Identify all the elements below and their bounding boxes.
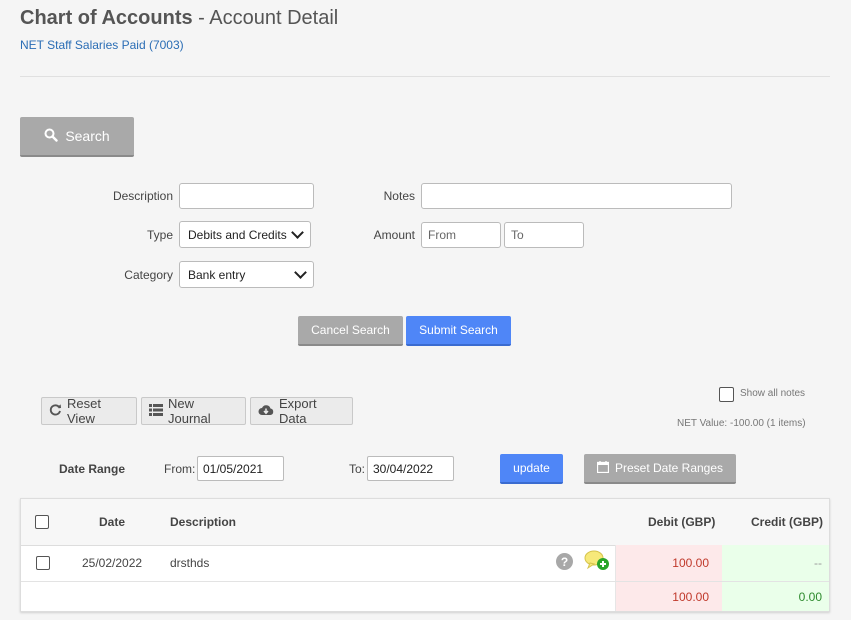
- reset-view-label: Reset View: [67, 396, 101, 426]
- total-credit: 0.00: [798, 590, 822, 604]
- amount-from-input[interactable]: [421, 222, 501, 248]
- list-icon: [149, 403, 163, 419]
- page-title: Chart of Accounts - Account Detail: [20, 7, 338, 30]
- total-debit: 100.00: [672, 590, 709, 604]
- description-input[interactable]: [179, 183, 314, 209]
- row-description: drsthds: [170, 556, 210, 570]
- calendar-icon: [596, 460, 610, 476]
- type-select[interactable]: Debits and Credits: [179, 221, 311, 248]
- search-icon: [44, 128, 59, 145]
- table-header: Date Description Debit (GBP) Credit (GBP…: [21, 499, 829, 546]
- export-data-button[interactable]: Export Data: [250, 396, 353, 426]
- header-divider: [20, 76, 830, 77]
- notes-label: Notes: [383, 189, 415, 203]
- svg-text:?: ?: [561, 555, 568, 569]
- column-header-date[interactable]: Date: [99, 515, 125, 529]
- new-journal-label: New Journal: [168, 396, 211, 426]
- total-credit-cell: 0.00: [722, 582, 829, 611]
- amount-to-input[interactable]: [504, 222, 584, 248]
- row-date: 25/02/2022: [82, 556, 143, 570]
- chevron-down-icon: [294, 266, 307, 279]
- amount-label: Amount: [373, 228, 415, 242]
- page-title-sub: - Account Detail: [192, 7, 339, 29]
- show-all-notes-checkbox[interactable]: [719, 387, 734, 402]
- refresh-icon: [49, 403, 62, 419]
- date-range-label: Date Range: [59, 462, 126, 476]
- show-all-notes-label: Show all notes: [740, 388, 806, 399]
- help-icon[interactable]: ?: [556, 553, 573, 573]
- net-value-text: NET Value: -100.00 (1 items): [677, 418, 806, 429]
- type-select-value: Debits and Credits: [188, 227, 287, 242]
- date-to-input[interactable]: 30/04/2022: [367, 456, 454, 481]
- preset-date-ranges-button[interactable]: Preset Date Ranges: [584, 454, 736, 484]
- date-from-label: From:: [164, 462, 196, 476]
- update-button[interactable]: update: [500, 454, 563, 484]
- reset-view-button[interactable]: Reset View: [41, 396, 137, 426]
- notes-input[interactable]: [421, 183, 732, 209]
- category-label: Category: [124, 268, 173, 282]
- table-row[interactable]: 25/02/2022 drsthds ? 100.00 --: [21, 545, 829, 582]
- chevron-down-icon: [291, 226, 304, 239]
- row-debit-cell: 100.00: [615, 545, 723, 581]
- row-credit-cell: --: [722, 545, 829, 581]
- description-label: Description: [112, 189, 173, 203]
- category-select[interactable]: Bank entry: [179, 261, 314, 288]
- column-header-debit[interactable]: Debit (GBP): [648, 515, 715, 529]
- row-credit: --: [814, 556, 822, 570]
- type-label: Type: [146, 228, 173, 242]
- date-to-label: To:: [349, 462, 366, 476]
- new-journal-button[interactable]: New Journal: [141, 396, 246, 426]
- search-toggle-label: Search: [65, 128, 110, 144]
- cancel-search-button[interactable]: Cancel Search: [298, 316, 403, 346]
- search-toggle-button[interactable]: Search: [20, 117, 134, 157]
- add-comment-icon[interactable]: [583, 550, 611, 575]
- date-from-input[interactable]: 01/05/2021: [197, 456, 284, 481]
- category-select-value: Bank entry: [188, 267, 246, 282]
- cloud-download-icon: [258, 404, 274, 419]
- column-header-credit[interactable]: Credit (GBP): [751, 515, 823, 529]
- total-debit-cell: 100.00: [615, 582, 723, 611]
- preset-date-ranges-label: Preset Date Ranges: [614, 461, 724, 475]
- export-data-label: Export Data: [279, 396, 317, 426]
- row-debit: 100.00: [672, 556, 709, 570]
- submit-search-button[interactable]: Submit Search: [406, 316, 511, 346]
- column-header-description[interactable]: Description: [170, 515, 236, 529]
- transactions-table: Date Description Debit (GBP) Credit (GBP…: [20, 498, 830, 612]
- totals-row: 100.00 0.00: [21, 582, 829, 611]
- account-link[interactable]: NET Staff Salaries Paid (7003): [20, 38, 184, 52]
- select-all-checkbox[interactable]: [35, 515, 49, 529]
- page-title-main: Chart of Accounts: [20, 7, 193, 29]
- row-checkbox[interactable]: [36, 556, 50, 570]
